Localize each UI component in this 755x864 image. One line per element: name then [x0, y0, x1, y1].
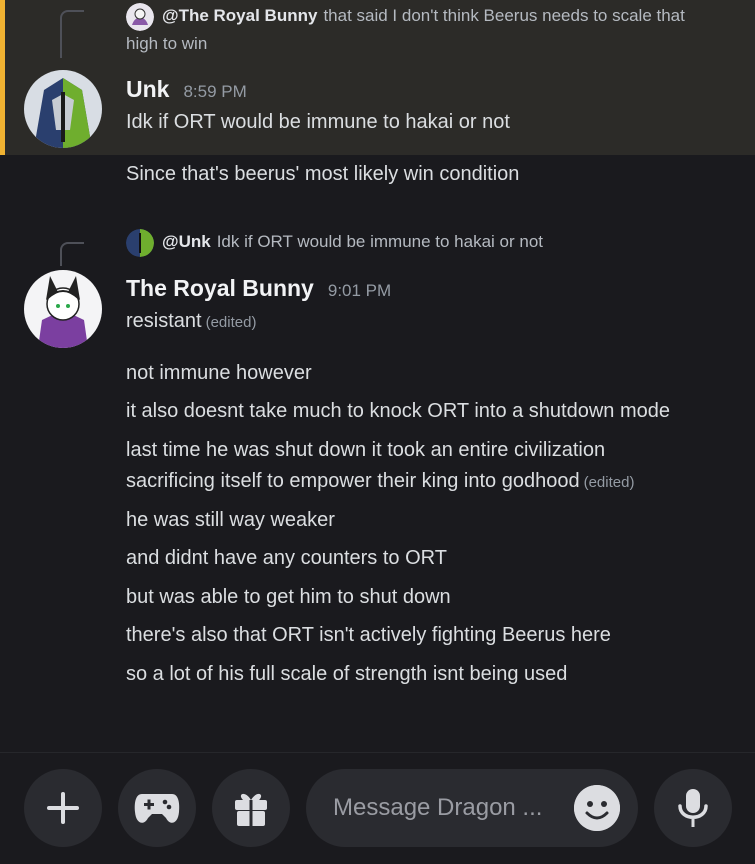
message-line: and didnt have any counters to ORT [126, 547, 447, 569]
gamepad-icon [134, 794, 180, 823]
message-line: he was still way weaker [126, 509, 335, 531]
message-line: resistant (edited) [126, 307, 256, 337]
message-line: Since that's beerus' most likely win con… [126, 163, 520, 185]
reply-connector [60, 10, 84, 58]
message-text: resistant [126, 310, 202, 332]
add-button[interactable] [24, 769, 102, 847]
reply-avatar [126, 228, 154, 257]
message-timestamp: 9:01 PM [327, 281, 392, 300]
edited-label: (edited) [205, 314, 257, 331]
avatar[interactable] [24, 270, 102, 348]
message-author[interactable]: The Royal Bunny 9:01 PM [126, 275, 391, 302]
message-input[interactable]: Message Dragon ... [306, 769, 638, 847]
microphone-icon [678, 789, 708, 827]
message-line: but was able to get him to shut down [126, 586, 451, 608]
message-line: last time he was shut down it took an en… [126, 439, 606, 461]
voice-message-button[interactable] [654, 769, 732, 847]
reply-mention[interactable]: @Unk [162, 232, 211, 251]
gift-button[interactable] [212, 769, 290, 847]
message-line: it also doesnt take much to knock ORT in… [126, 400, 671, 422]
smiley-icon [574, 785, 620, 831]
author-name[interactable]: Unk [126, 76, 169, 102]
reply-avatar [126, 2, 154, 31]
message-text: sacrificing itself to empower their king… [126, 470, 580, 492]
reply-connector [60, 242, 84, 266]
reply-preview[interactable]: @The Royal Bunny that said I don't think … [126, 2, 685, 31]
reply-mention[interactable]: @The Royal Bunny [162, 6, 317, 25]
message-line: there's also that ORT isn't actively fig… [126, 624, 611, 646]
message-timestamp: 8:59 PM [183, 82, 247, 101]
message-input-placeholder: Message Dragon ... [333, 794, 543, 821]
edited-label: (edited) [583, 474, 635, 491]
message-line: sacrificing itself to empower their king… [126, 467, 634, 497]
message-author[interactable]: Unk 8:59 PM [126, 76, 247, 103]
emoji-button[interactable] [574, 785, 620, 831]
plus-icon [47, 792, 79, 824]
reply-text-continued: high to win [126, 34, 208, 53]
reply-text: that said I don't think Beerus needs to … [323, 6, 685, 25]
activities-button[interactable] [118, 769, 196, 847]
gift-icon [235, 793, 267, 826]
reply-preview[interactable]: @Unk Idk if ORT would be immune to hakai … [126, 228, 543, 257]
message-line: so a lot of his full scale of strength i… [126, 663, 568, 685]
avatar[interactable] [24, 70, 102, 148]
reply-text: Idk if ORT would be immune to hakai or n… [216, 232, 544, 251]
message-line: not immune however [126, 362, 312, 384]
message-line: Idk if ORT would be immune to hakai or n… [126, 111, 510, 133]
author-name[interactable]: The Royal Bunny [126, 275, 314, 301]
